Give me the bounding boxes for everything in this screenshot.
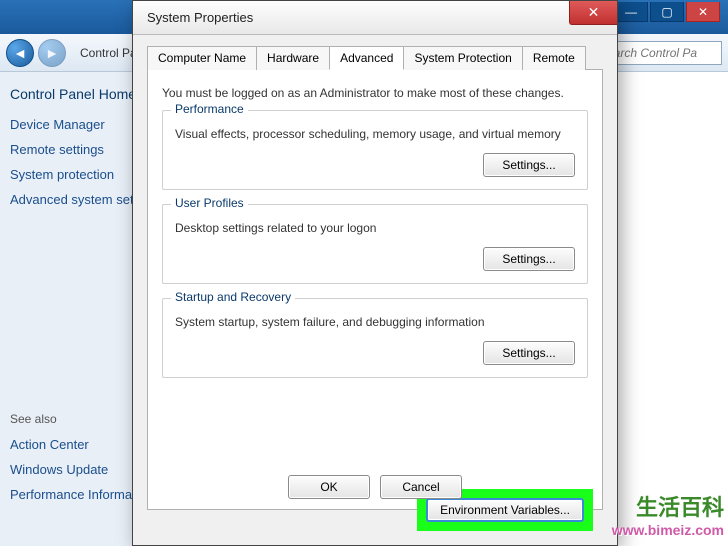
tab-system-protection[interactable]: System Protection — [403, 46, 522, 70]
tab-remote[interactable]: Remote — [522, 46, 586, 70]
dialog-title: System Properties — [143, 10, 607, 25]
user-profiles-settings-button[interactable]: Settings... — [483, 247, 575, 271]
tab-hardware[interactable]: Hardware — [256, 46, 330, 70]
group-user-profiles-desc: Desktop settings related to your logon — [175, 221, 575, 235]
tab-strip: Computer Name Hardware Advanced System P… — [147, 45, 603, 70]
group-startup-recovery-legend: Startup and Recovery — [171, 290, 295, 304]
group-startup-recovery: Startup and Recovery System startup, sys… — [162, 298, 588, 378]
nav-back-button[interactable]: ◄ — [6, 39, 34, 67]
dialog-footer: OK Cancel — [148, 475, 602, 499]
group-performance-desc: Visual effects, processor scheduling, me… — [175, 127, 575, 141]
tab-advanced[interactable]: Advanced — [329, 46, 404, 70]
environment-variables-button[interactable]: Environment Variables... — [426, 498, 584, 522]
admin-note: You must be logged on as an Administrato… — [162, 86, 588, 100]
tab-computer-name[interactable]: Computer Name — [147, 46, 257, 70]
performance-settings-button[interactable]: Settings... — [483, 153, 575, 177]
dialog-titlebar[interactable]: System Properties ✕ — [133, 1, 617, 35]
group-user-profiles-legend: User Profiles — [171, 196, 248, 210]
group-performance-legend: Performance — [171, 102, 248, 116]
group-performance: Performance Visual effects, processor sc… — [162, 110, 588, 190]
system-properties-dialog: System Properties ✕ Computer Name Hardwa… — [132, 0, 618, 546]
ok-button[interactable]: OK — [288, 475, 370, 499]
nav-forward-button[interactable]: ► — [38, 39, 66, 67]
cancel-button[interactable]: Cancel — [380, 475, 462, 499]
dialog-close-button[interactable]: ✕ — [569, 1, 617, 25]
group-startup-recovery-desc: System startup, system failure, and debu… — [175, 315, 575, 329]
breadcrumb[interactable]: Control Pa — [80, 46, 137, 60]
tab-panel-advanced: You must be logged on as an Administrato… — [147, 70, 603, 510]
bg-minimize-button[interactable]: — — [614, 2, 648, 22]
bg-maximize-button[interactable]: ▢ — [650, 2, 684, 22]
bg-close-button[interactable]: ✕ — [686, 2, 720, 22]
group-user-profiles: User Profiles Desktop settings related t… — [162, 204, 588, 284]
startup-recovery-settings-button[interactable]: Settings... — [483, 341, 575, 365]
